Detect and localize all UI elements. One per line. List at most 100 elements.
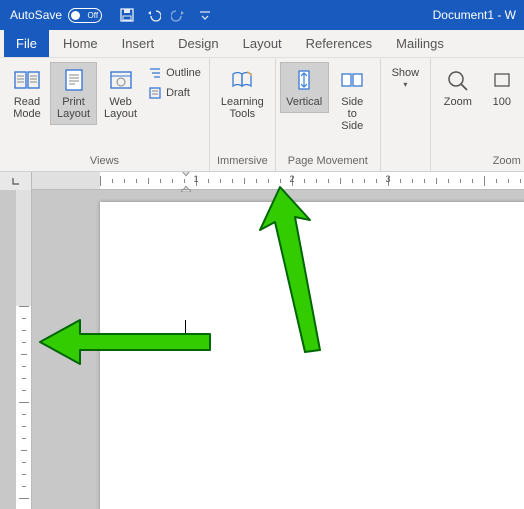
learning-tools-button[interactable]: Learning Tools <box>214 62 271 125</box>
outline-label: Outline <box>166 67 201 79</box>
web-layout-button[interactable]: Web Layout <box>97 62 144 125</box>
zoom-100-button[interactable]: 100 <box>481 62 523 113</box>
vertical-label: Vertical <box>286 96 322 108</box>
ruler-tick <box>400 179 401 183</box>
vertical-button[interactable]: Vertical <box>280 62 329 113</box>
workspace: 123 <box>0 172 524 509</box>
ruler-tick <box>22 486 26 487</box>
ruler-tick <box>19 306 29 307</box>
tab-home[interactable]: Home <box>51 30 110 57</box>
show-label: Show <box>392 67 420 79</box>
ruler-tick <box>19 498 29 499</box>
ruler-tick <box>160 179 161 183</box>
zoom-button[interactable]: Zoom <box>435 62 481 113</box>
ruler-tick <box>112 179 113 183</box>
ruler-tick <box>364 179 365 183</box>
ruler-tick <box>460 179 461 183</box>
ruler-tick <box>172 179 173 183</box>
ruler-tick <box>22 342 26 343</box>
text-cursor <box>185 320 186 336</box>
group-immersive: Learning Tools Immersive <box>210 58 276 171</box>
ruler-tick <box>22 474 26 475</box>
ruler-tick <box>448 179 449 183</box>
ruler-tick <box>22 414 26 415</box>
ruler-tick <box>148 178 149 184</box>
vertical-icon <box>290 67 318 93</box>
ruler-tick <box>280 179 281 183</box>
redo-icon[interactable] <box>169 5 189 25</box>
save-icon[interactable] <box>117 5 137 25</box>
ruler-tick <box>124 179 125 183</box>
autosave-toggle[interactable]: Off <box>68 8 102 23</box>
print-layout-button[interactable]: Print Layout <box>50 62 97 125</box>
read-mode-label: Read Mode <box>13 96 41 120</box>
learning-tools-icon <box>228 67 256 93</box>
draft-button[interactable]: Draft <box>144 84 205 102</box>
ruler-tick <box>184 179 185 183</box>
draft-icon <box>148 86 162 100</box>
tab-selector-icon[interactable] <box>0 172 32 190</box>
indent-marker-bottom-icon[interactable] <box>180 182 192 192</box>
ruler-tick <box>136 179 137 183</box>
ruler-tick <box>268 179 269 183</box>
qat-customize-icon[interactable] <box>195 5 215 25</box>
tab-file[interactable]: File <box>4 30 49 57</box>
outline-icon <box>148 66 162 80</box>
read-mode-button[interactable]: Read Mode <box>4 62 50 125</box>
print-layout-label: Print Layout <box>57 96 90 120</box>
ribbon-tabs: File Home Insert Design Layout Reference… <box>0 30 524 58</box>
group-show: Show ▾ <box>381 58 431 171</box>
ruler-tick <box>376 179 377 183</box>
ruler-tick <box>316 179 317 183</box>
web-layout-label: Web Layout <box>104 96 137 120</box>
side-to-side-icon <box>338 67 366 93</box>
group-zoom-label: Zoom <box>431 153 524 171</box>
group-page-movement: Vertical Side to Side Page Movement <box>276 58 381 171</box>
side-to-side-label: Side to Side <box>336 96 369 132</box>
ruler-tick <box>352 179 353 183</box>
ruler-tick <box>22 378 26 379</box>
ruler-tick <box>22 426 26 427</box>
ruler-number: 1 <box>193 174 198 184</box>
ribbon: Read Mode Print Layout Web Layout Outlin… <box>0 58 524 172</box>
ruler-tick <box>220 179 221 183</box>
ruler-tick <box>412 179 413 183</box>
ruler-tick <box>22 462 26 463</box>
document-page[interactable] <box>100 202 524 509</box>
title-bar: AutoSave Off Document1 - W <box>0 0 524 30</box>
indent-marker-top-icon[interactable] <box>180 172 192 180</box>
show-dropdown[interactable]: Show ▾ <box>385 62 426 95</box>
tab-references[interactable]: References <box>294 30 384 57</box>
ruler-tick <box>19 402 29 403</box>
side-to-side-button[interactable]: Side to Side <box>329 62 376 137</box>
ruler-tick <box>22 438 26 439</box>
tab-insert[interactable]: Insert <box>110 30 167 57</box>
ruler-tick <box>232 179 233 183</box>
tab-layout[interactable]: Layout <box>231 30 294 57</box>
document-title: Document1 - W <box>433 8 516 22</box>
horizontal-ruler[interactable]: 123 <box>32 172 524 190</box>
ruler-tick <box>21 450 27 451</box>
tab-design[interactable]: Design <box>166 30 230 57</box>
ruler-tick <box>520 179 521 183</box>
zoom-label: Zoom <box>444 96 472 108</box>
zoom-icon <box>444 67 472 93</box>
h-ruler-scale: 123 <box>100 172 524 189</box>
group-immersive-label: Immersive <box>210 153 275 171</box>
ruler-tick <box>256 179 257 183</box>
ruler-tick <box>340 178 341 184</box>
ruler-number: 2 <box>289 174 294 184</box>
undo-icon[interactable] <box>143 5 163 25</box>
ruler-tick <box>22 366 26 367</box>
ruler-tick <box>496 179 497 183</box>
vertical-ruler[interactable] <box>16 190 32 509</box>
ruler-tick <box>424 179 425 183</box>
draft-label: Draft <box>166 87 190 99</box>
learning-tools-label: Learning Tools <box>221 96 264 120</box>
outline-button[interactable]: Outline <box>144 64 205 82</box>
v-ruler-scale <box>16 306 31 509</box>
ruler-tick <box>244 178 245 184</box>
group-zoom: Zoom 100 Zoom <box>431 58 524 171</box>
ruler-tick <box>22 330 26 331</box>
tab-mailings[interactable]: Mailings <box>384 30 456 57</box>
